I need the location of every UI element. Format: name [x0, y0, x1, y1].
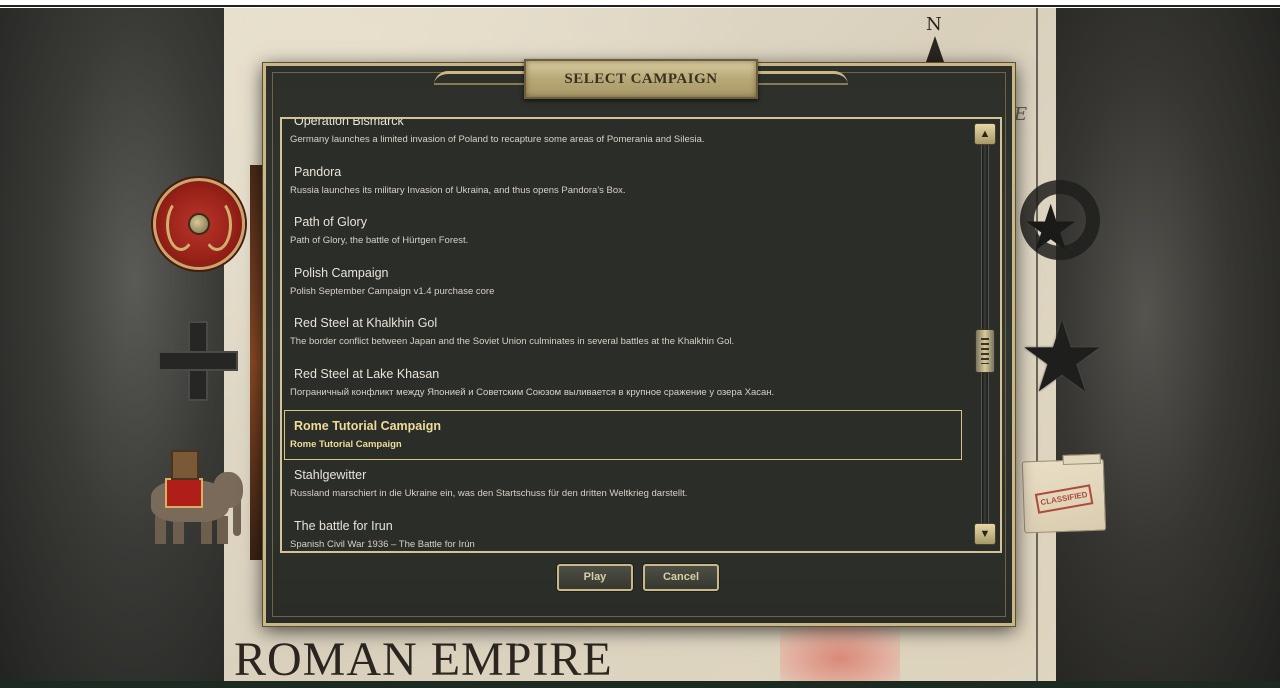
- folder-tab: [1062, 453, 1101, 466]
- campaign-title: Rome Tutorial Campaign: [294, 418, 442, 433]
- dialog-title: SELECT CAMPAIGN: [564, 71, 718, 87]
- campaign-list-item-selected[interactable]: Rome Tutorial Campaign Rome Tutorial Camp…: [284, 409, 962, 461]
- campaign-description: Path of Glory, the battle of Hürtgen For…: [290, 235, 469, 247]
- campaign-list-item[interactable]: Stahlgewitter Russland marschiert in die …: [282, 460, 970, 511]
- scroll-up-button[interactable]: ▲: [974, 123, 996, 145]
- top-border-line: [0, 5, 1280, 7]
- campaign-description: Russland marschiert in die Ukraine ein, …: [290, 488, 688, 500]
- campaign-list-item[interactable]: Polish Campaign Polish September Campaign…: [282, 258, 970, 309]
- folder-stamp: CLASSIFIED: [1034, 484, 1094, 514]
- map-red-zone: [780, 625, 900, 681]
- scrollbar-thumb[interactable]: [975, 329, 995, 373]
- campaign-list-scrollbar[interactable]: ▲ ▼: [972, 123, 998, 547]
- cancel-button[interactable]: Cancel: [643, 564, 719, 591]
- background-subtitle: lightning-fast German 'Blitzkrieg' throu…: [476, 631, 737, 645]
- arrow-up-icon: ▲: [979, 128, 991, 140]
- elephant-blanket: [165, 478, 203, 508]
- compass-arrow-icon: [926, 36, 944, 62]
- campaign-description: Spanish Civil War 1936 – The Battle for …: [290, 538, 475, 550]
- title-wing-right-icon: [756, 71, 848, 85]
- iron-cross-icon[interactable]: [158, 321, 238, 401]
- cross-horizontal: [158, 351, 238, 371]
- campaign-list-items: Operation Bismarck Germany launches a lim…: [282, 119, 970, 551]
- title-wing-left-icon: [434, 71, 526, 85]
- elephant-leg: [217, 516, 228, 544]
- campaign-title: Red Steel at Lake Khasan: [294, 366, 440, 381]
- campaign-description: The border conflict between Japan and th…: [290, 336, 735, 348]
- shield-boss-icon: [188, 213, 210, 235]
- select-campaign-dialog: SELECT CAMPAIGN Operation Bismarck German…: [263, 59, 1015, 626]
- campaign-list-item[interactable]: Red Steel at Lake Khasan Пограничный конф…: [282, 359, 970, 410]
- classified-folder-icon[interactable]: CLASSIFIED: [1021, 453, 1107, 534]
- campaign-list[interactable]: Operation Bismarck Germany launches a lim…: [280, 117, 1002, 553]
- campaign-description: Polish September Campaign v1.4 purchase …: [290, 285, 495, 297]
- campaign-title: The battle for Irun: [294, 518, 393, 533]
- campaign-title: Pandora: [294, 164, 342, 179]
- campaign-description: Rome Tutorial Campaign: [290, 438, 402, 450]
- elephant-head: [213, 472, 243, 508]
- campaign-description: Germany launches a limited invasion of P…: [290, 134, 705, 145]
- bottom-strip: [0, 681, 1280, 688]
- roman-shield-icon[interactable]: [153, 178, 245, 270]
- campaign-title: Red Steel at Khalkhin Gol: [294, 316, 438, 331]
- elephant-tower: [171, 450, 199, 480]
- campaign-description: Russia launches its military Invasion of…: [290, 184, 626, 196]
- scroll-down-button[interactable]: ▼: [974, 523, 996, 545]
- campaign-title: Stahlgewitter: [294, 468, 367, 483]
- star-icon[interactable]: ★: [1018, 308, 1106, 406]
- dialog-title-plate: SELECT CAMPAIGN: [524, 59, 758, 99]
- arrow-down-icon: ▼: [979, 528, 991, 540]
- compass-north-label: N: [926, 14, 942, 35]
- play-button[interactable]: Play: [557, 564, 633, 591]
- campaign-list-item[interactable]: Pandora Russia launches its military Inva…: [282, 157, 970, 208]
- campaign-title: Path of Glory: [294, 215, 367, 230]
- campaign-title: Operation Bismarck: [294, 119, 404, 128]
- campaign-description: Пограничный конфликт между Японией и Сов…: [290, 386, 775, 398]
- campaign-title: Polish Campaign: [294, 265, 389, 280]
- campaign-list-item[interactable]: Operation Bismarck Germany launches a lim…: [282, 119, 970, 157]
- campaign-list-viewport: Operation Bismarck Germany launches a lim…: [282, 119, 970, 551]
- war-elephant-icon[interactable]: [145, 450, 253, 545]
- ring-star-icon: ★: [1022, 192, 1080, 264]
- campaign-list-item[interactable]: Path of Glory Path of Glory, the battle o…: [282, 207, 970, 258]
- campaign-list-item[interactable]: The battle for Irun Spanish Civil War 193…: [282, 511, 970, 551]
- map-label-e: E: [1014, 104, 1028, 125]
- campaign-list-item[interactable]: Red Steel at Khalkhin Gol The border conf…: [282, 308, 970, 359]
